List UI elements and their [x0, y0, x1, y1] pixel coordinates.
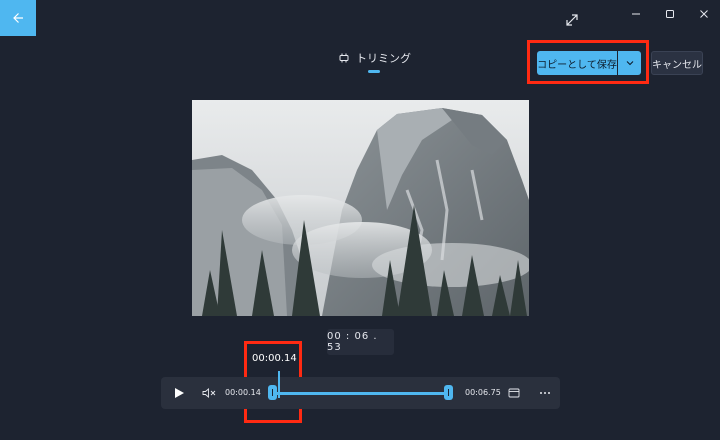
- save-options-button[interactable]: [618, 51, 641, 75]
- time-display: 00 : 06 . 53: [327, 329, 394, 355]
- trim-start-handle[interactable]: [268, 385, 277, 400]
- trim-end-handle[interactable]: [444, 385, 453, 400]
- maximize-button[interactable]: [662, 6, 678, 22]
- maximize-icon: [666, 10, 674, 18]
- trim-icon: [339, 53, 349, 63]
- time-display-value: 00 : 06 . 53: [327, 331, 378, 353]
- play-icon: [175, 388, 184, 398]
- expand-icon: [566, 14, 578, 26]
- more-icon: [540, 392, 550, 394]
- close-icon: [700, 10, 708, 18]
- end-time-label: 00:06.75: [465, 388, 501, 397]
- playhead-time-label: 00:00.14: [252, 353, 297, 364]
- chevron-down-icon: [626, 61, 633, 66]
- frame-button[interactable]: [507, 387, 521, 399]
- minimize-icon: [632, 13, 640, 15]
- mode-label: トリミング: [356, 52, 411, 65]
- save-as-copy-label: コピーとして保存: [537, 59, 617, 71]
- mode-underline: [368, 70, 380, 73]
- more-options-button[interactable]: [536, 386, 554, 400]
- save-as-copy-button[interactable]: コピーとして保存: [537, 51, 617, 75]
- mute-icon: [202, 388, 216, 398]
- mountain-image: [192, 100, 529, 316]
- start-time-label: 00:00.14: [225, 388, 261, 397]
- close-button[interactable]: [696, 6, 712, 22]
- back-button[interactable]: [0, 0, 36, 36]
- mute-button[interactable]: [200, 386, 218, 400]
- expand-button[interactable]: [565, 12, 579, 26]
- cancel-label: キャンセル: [652, 59, 702, 71]
- back-arrow-icon: [13, 13, 23, 23]
- frame-icon: [508, 388, 520, 398]
- cancel-button[interactable]: キャンセル: [651, 51, 703, 75]
- playhead[interactable]: [278, 371, 280, 398]
- mode-tab-trim[interactable]: トリミング: [338, 50, 411, 66]
- trim-range-track[interactable]: [272, 392, 450, 395]
- minimize-button[interactable]: [628, 6, 644, 22]
- play-button[interactable]: [170, 384, 188, 402]
- video-preview: [192, 100, 529, 316]
